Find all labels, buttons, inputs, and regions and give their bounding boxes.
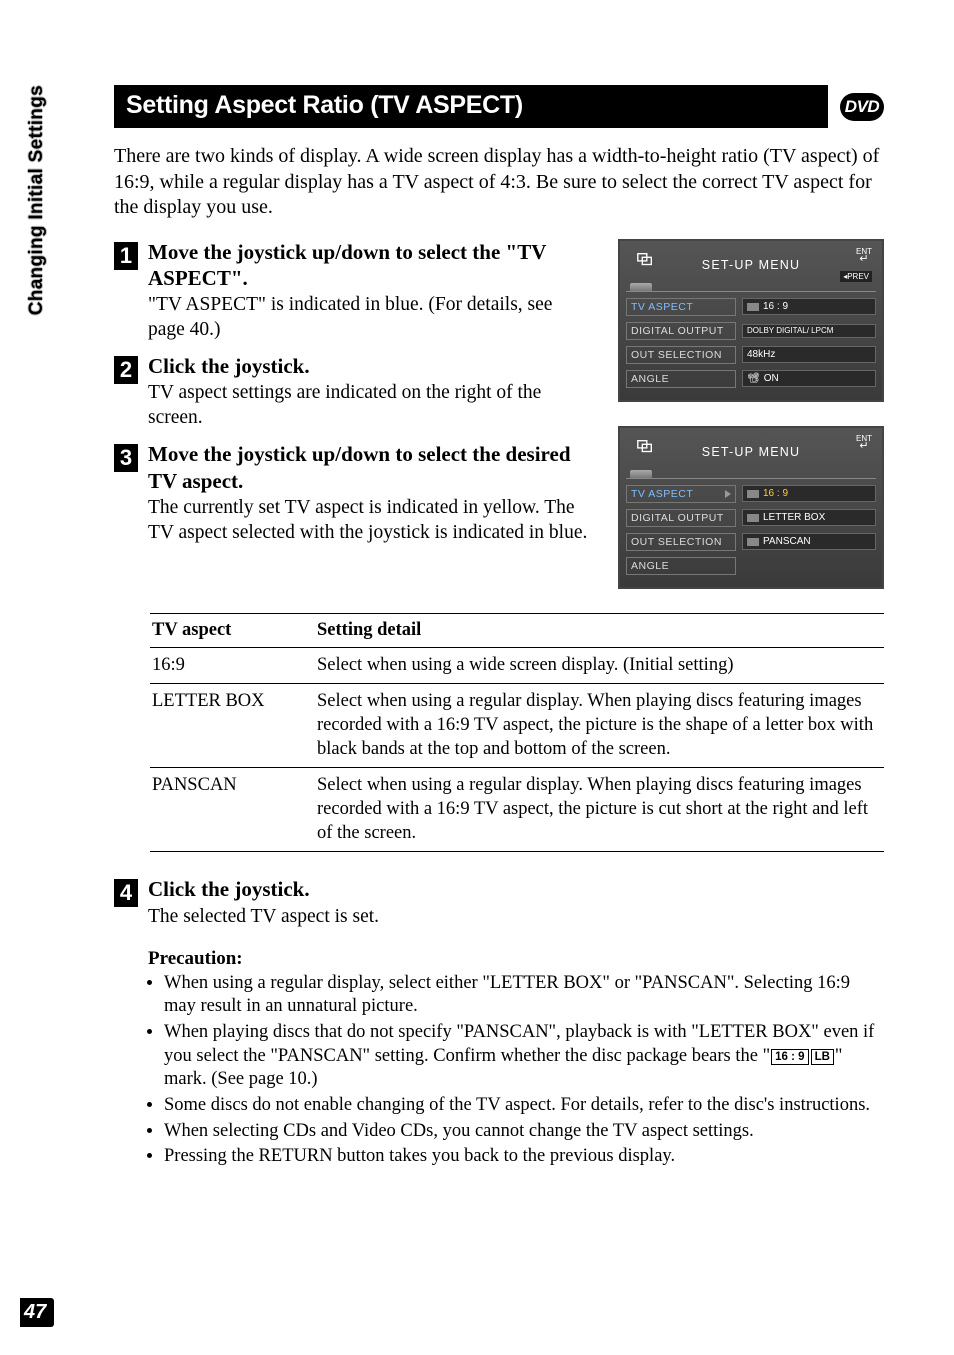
step-number-3: 3 [114, 444, 138, 472]
table-cell-letterbox: LETTER BOX [150, 684, 315, 768]
menu-item-digital-output: DIGITAL OUTPUT [626, 509, 736, 527]
mark-lb: LB [811, 1049, 834, 1066]
table-row: LETTER BOX Select when using a regular d… [150, 684, 884, 768]
step-3-desc: The currently set TV aspect is indicated… [148, 496, 590, 546]
table-cell-169: 16:9 [150, 647, 315, 684]
table-header-tv-aspect: TV aspect [150, 613, 315, 647]
step-number-4: 4 [114, 879, 138, 907]
table-cell-panscan-desc: Select when using a regular display. Whe… [315, 768, 884, 852]
tv-aspect-table: TV aspect Setting detail 16:9 Select whe… [150, 613, 884, 853]
page-title: Setting Aspect Ratio (TV ASPECT) [114, 85, 828, 128]
precaution-item: When selecting CDs and Video CDs, you ca… [164, 1120, 884, 1144]
setup-menu-title: SET-UP MENU [702, 445, 800, 459]
menu-item-angle: ANGLE [626, 370, 736, 388]
table-cell-panscan: PANSCAN [150, 768, 315, 852]
menu-item-tv-aspect: TV ASPECT [626, 485, 736, 503]
step-number-1: 1 [114, 242, 138, 270]
step-2-desc: TV aspect settings are indicated on the … [148, 381, 590, 431]
step-3-title: Move the joystick up/down to select the … [148, 441, 590, 494]
precaution-heading: Precaution: [148, 948, 884, 970]
menu-value-48khz: 48kHz [742, 346, 876, 363]
mark-169: 16 : 9 [771, 1049, 808, 1066]
table-cell-letterbox-desc: Select when using a regular display. Whe… [315, 684, 884, 768]
setup-menu-screenshot-2: SET-UP MENU ENT↵ TV ASPECT 16 : 9 DIGITAL… [618, 426, 884, 589]
precaution-item: Some discs do not enable changing of the… [164, 1094, 884, 1118]
precaution-item: When playing discs that do not specify "… [164, 1021, 884, 1092]
intro-paragraph: There are two kinds of display. A wide s… [114, 144, 884, 221]
menu-item-angle: ANGLE [626, 557, 736, 575]
ent-indicator: ENT↵ [856, 248, 872, 265]
menu-option-panscan: PANSCAN [742, 533, 876, 550]
display-icon [636, 251, 654, 269]
menu-item-digital-output: DIGITAL OUTPUT [626, 322, 736, 340]
step-2-title: Click the joystick. [148, 353, 590, 379]
menu-item-out-selection: OUT SELECTION [626, 533, 736, 551]
step-4-desc: The selected TV aspect is set. [148, 905, 884, 930]
menu-value-169: 16 : 9 [742, 298, 876, 315]
table-row: 16:9 Select when using a wide screen dis… [150, 647, 884, 684]
display-icon [636, 438, 654, 456]
menu-option-letterbox: LETTER BOX [742, 509, 876, 526]
page-number: 47 [20, 1298, 54, 1327]
setup-menu-title: SET-UP MENU [702, 258, 800, 272]
ent-indicator: ENT↵ [856, 435, 872, 452]
step-1-desc: "TV ASPECT" is indicated in blue. (For d… [148, 293, 590, 343]
table-header-setting-detail: Setting detail [315, 613, 884, 647]
camera-icon: 📽 [747, 373, 760, 384]
setup-menu-screenshot-1: SET-UP MENU ENT↵ ◂PREV TV ASPECT 16 : 9 D… [618, 239, 884, 402]
menu-item-out-selection: OUT SELECTION [626, 346, 736, 364]
menu-value-on: 📽 ON [742, 370, 876, 387]
prev-indicator: ◂PREV [840, 271, 872, 282]
precaution-item: Pressing the RETURN button takes you bac… [164, 1145, 884, 1169]
step-1-title: Move the joystick up/down to select the … [148, 239, 590, 292]
precaution-item: When using a regular display, select eit… [164, 972, 884, 1019]
menu-item-tv-aspect: TV ASPECT [626, 298, 736, 316]
dvd-badge: DVD [840, 93, 884, 121]
table-cell-169-desc: Select when using a wide screen display.… [315, 647, 884, 684]
step-number-2: 2 [114, 356, 138, 384]
menu-value-dolby: DOLBY DIGITAL/ LPCM [742, 324, 876, 338]
step-4-title: Click the joystick. [148, 876, 884, 902]
table-row: PANSCAN Select when using a regular disp… [150, 768, 884, 852]
menu-option-169: 16 : 9 [742, 485, 876, 502]
sidebar-section-label: Changing Initial Settings [26, 85, 48, 315]
